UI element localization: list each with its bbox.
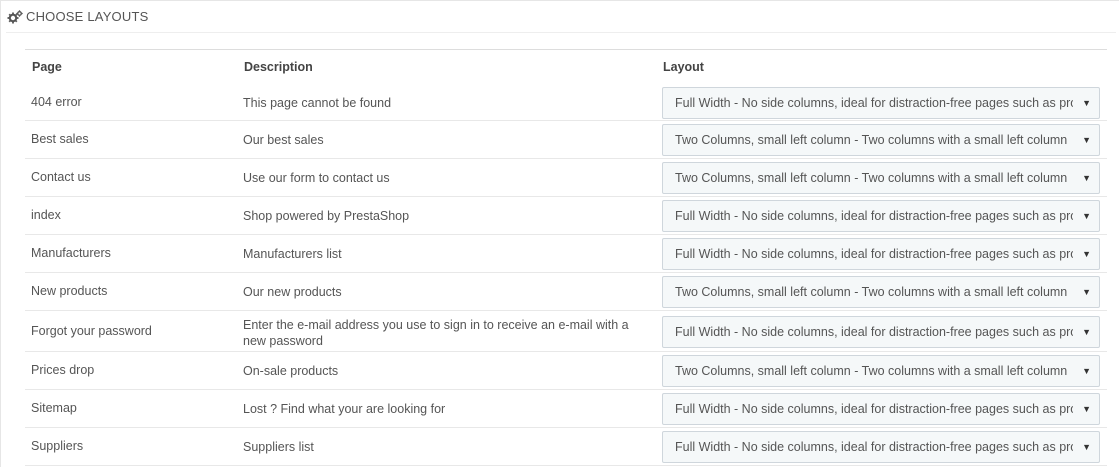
column-header-page: Page	[32, 60, 62, 74]
table-row: Suppliers Suppliers list Full Width - No s…	[25, 428, 1107, 466]
page-description: Suppliers list	[243, 440, 314, 454]
page-description: Our best sales	[243, 133, 324, 147]
layouts-table: Page Description Layout 404 error This pa…	[25, 49, 1107, 466]
caret-down-icon[interactable]: ▼	[1082, 163, 1091, 193]
caret-down-icon[interactable]: ▼	[1082, 239, 1091, 269]
layout-select-value: Two Columns, small left column - Two col…	[675, 364, 1068, 378]
page-description: On-sale products	[243, 364, 339, 378]
layouts-panel: CHOOSE LAYOUTS Page Description Layout 4…	[0, 0, 1119, 467]
layout-select[interactable]: Full Width - No side columns, ideal for …	[662, 316, 1100, 348]
table-row: Contact us Use our form to contact us Two …	[25, 159, 1107, 197]
layout-select[interactable]: Full Width - No side columns, ideal for …	[662, 431, 1100, 463]
page-name: Best sales	[31, 132, 89, 146]
table-row: 404 error This page cannot be found Full W…	[25, 84, 1107, 121]
layout-select-value: Full Width - No side columns, ideal for …	[675, 402, 1073, 416]
page-name: Forgot your password	[31, 324, 152, 338]
caret-down-icon[interactable]: ▼	[1082, 201, 1091, 231]
page-description: Manufacturers list	[243, 247, 342, 261]
table-row: Forgot your password Enter the e-mail add…	[25, 311, 1107, 352]
table-row: Sitemap Lost ? Find what your are looking…	[25, 390, 1107, 428]
page-description: This page cannot be found	[243, 96, 392, 110]
table-row: Prices drop On-sale products Two Columns, …	[25, 352, 1107, 390]
layout-select-value: Two Columns, small left column - Two col…	[675, 171, 1068, 185]
page-description: Enter the e-mail address you use to sign…	[243, 318, 629, 348]
layout-select[interactable]: Two Columns, small left column - Two col…	[662, 162, 1100, 194]
page-name: Contact us	[31, 170, 91, 184]
page-name: Suppliers	[31, 439, 84, 453]
panel-title: CHOOSE LAYOUTS	[26, 9, 149, 24]
layout-select[interactable]: Two Columns, small left column - Two col…	[662, 124, 1100, 156]
caret-down-icon[interactable]: ▼	[1082, 432, 1091, 462]
layout-select-value: Full Width - No side columns, ideal for …	[675, 209, 1073, 223]
page-description: Shop powered by PrestaShop	[243, 209, 410, 223]
caret-down-icon[interactable]: ▼	[1082, 88, 1091, 118]
caret-down-icon[interactable]: ▼	[1082, 125, 1091, 155]
table-row: index Shop powered by PrestaShop Full Widt…	[25, 197, 1107, 235]
page-name: Prices drop	[31, 363, 95, 377]
page-name: index	[31, 208, 61, 222]
panel-heading: CHOOSE LAYOUTS	[6, 1, 1116, 33]
page-description: Our new products	[243, 285, 342, 299]
column-header-layout: Layout	[663, 60, 704, 74]
layout-select[interactable]: Two Columns, small left column - Two col…	[662, 276, 1100, 308]
page-description: Lost ? Find what your are looking for	[243, 402, 446, 416]
layout-select-value: Full Width - No side columns, ideal for …	[675, 247, 1073, 261]
page-name: Sitemap	[31, 401, 77, 415]
layout-select-value: Two Columns, small left column - Two col…	[675, 133, 1068, 147]
table-row: Manufacturers Manufacturers list Full Widt…	[25, 235, 1107, 273]
layout-select-value: Full Width - No side columns, ideal for …	[675, 440, 1073, 454]
page-name: 404 error	[31, 95, 82, 109]
layout-select[interactable]: Full Width - No side columns, ideal for …	[662, 393, 1100, 425]
caret-down-icon[interactable]: ▼	[1082, 317, 1091, 347]
page-description: Use our form to contact us	[243, 171, 390, 185]
page-name: Manufacturers	[31, 246, 111, 260]
layout-select-value: Two Columns, small left column - Two col…	[675, 285, 1068, 299]
layout-select[interactable]: Two Columns, small left column - Two col…	[662, 355, 1100, 387]
caret-down-icon[interactable]: ▼	[1082, 277, 1091, 307]
layout-select[interactable]: Full Width - No side columns, ideal for …	[662, 200, 1100, 232]
table-header: Page Description Layout	[25, 50, 1107, 84]
table-row: Best sales Our best sales Two Columns, sma…	[25, 121, 1107, 159]
caret-down-icon[interactable]: ▼	[1082, 356, 1091, 386]
layout-select-value: Full Width - No side columns, ideal for …	[675, 325, 1073, 339]
gears-icon	[7, 9, 23, 23]
table-row: New products Our new products Two Columns,…	[25, 273, 1107, 311]
caret-down-icon[interactable]: ▼	[1082, 394, 1091, 424]
column-header-description: Description	[244, 60, 313, 74]
layout-select-value: Full Width - No side columns, ideal for …	[675, 96, 1073, 110]
layout-select[interactable]: Full Width - No side columns, ideal for …	[662, 238, 1100, 270]
layout-select[interactable]: Full Width - No side columns, ideal for …	[662, 87, 1100, 119]
page-name: New products	[31, 284, 108, 298]
